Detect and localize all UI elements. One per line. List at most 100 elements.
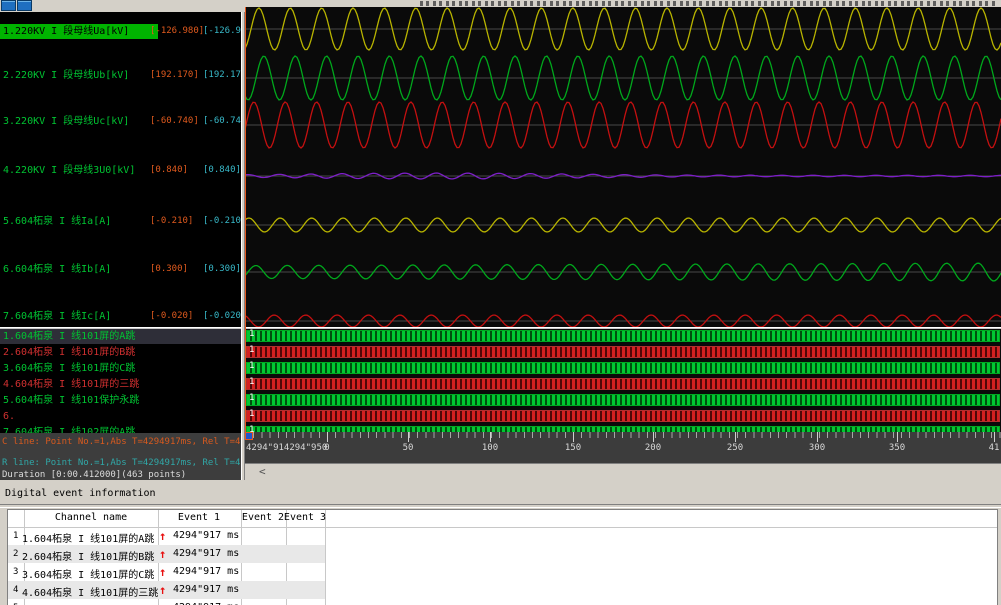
col-header-channel-name: Channel name bbox=[55, 512, 127, 523]
scroll-left-arrow-icon[interactable]: < bbox=[259, 465, 266, 478]
major-tick bbox=[490, 432, 491, 442]
analog-channel-name[interactable]: 3.220KV I 段母线Uc[kV] bbox=[3, 114, 129, 129]
digital-channel-list[interactable]: 1.604柘泉 I 线101屏的A跳2.604柘泉 I 线101屏的B跳3.60… bbox=[0, 329, 241, 433]
ruler-abs-time-label: 4294"914294"950 bbox=[246, 443, 327, 453]
event-channel-name: 4.604柘泉 I 线101屏的三跳 bbox=[22, 584, 158, 599]
ruler-tick-label: 50 bbox=[403, 443, 414, 453]
major-tick bbox=[327, 432, 328, 442]
event1-time: 4294"917 ms bbox=[173, 584, 239, 595]
waveform-traces bbox=[245, 7, 1001, 328]
channel-cursor-value-2: [-126.980] bbox=[203, 24, 241, 39]
digital-state-value: 1 bbox=[249, 409, 254, 419]
analog-channel-list[interactable]: 1.220KV I 段母线Ua[kV][-126.980][-126.980]2… bbox=[0, 12, 241, 327]
analog-channel-name[interactable]: 6.604柘泉 I 线Ib[A] bbox=[3, 262, 111, 277]
digital-channel-row[interactable]: 6. bbox=[0, 409, 241, 424]
analog-channel-row[interactable]: 5.604柘泉 I 线Ia[A] [-0.210] [-0.210] bbox=[0, 214, 241, 229]
duration-status: Duration [0:00.412000](463 points) bbox=[2, 470, 186, 480]
channel-cursor-value-1: [-126.980] bbox=[150, 24, 204, 39]
digital-state-value: 1 bbox=[249, 425, 254, 432]
panel-groove bbox=[0, 504, 1001, 508]
c-cursor-line[interactable] bbox=[245, 7, 246, 432]
analog-channel-row[interactable]: 4.220KV I 段母线3U0[kV][0.840][0.840] bbox=[0, 163, 241, 178]
rising-edge-arrow-icon: ↑ bbox=[159, 529, 166, 543]
waveform-analyzer-window: 1.220KV I 段母线Ua[kV][-126.980][-126.980]2… bbox=[0, 0, 1001, 605]
event1-time: 4294"917 ms bbox=[173, 548, 239, 559]
digital-state-value: 1 bbox=[249, 345, 254, 355]
horizontal-scrollbar[interactable]: < bbox=[245, 463, 1001, 481]
digital-channel-row[interactable]: 2.604柘泉 I 线101屏的B跳 bbox=[0, 345, 241, 360]
toolbar-window-icon-1[interactable] bbox=[1, 0, 16, 11]
digital-channel-row[interactable]: 1.604柘泉 I 线101屏的A跳 bbox=[0, 329, 241, 344]
digital-event-table[interactable]: Channel name Event 1 Event 2 Event 3 11.… bbox=[7, 509, 998, 605]
analog-channel-row[interactable]: 1.220KV I 段母线Ua[kV][-126.980][-126.980] bbox=[0, 24, 241, 39]
waveform-plot-area[interactable] bbox=[245, 7, 1001, 328]
channel-cursor-value-2: [0.840] bbox=[203, 163, 241, 178]
c-line-status: C line: Point No.=1,Abs T=4294917ms, Rel… bbox=[2, 437, 241, 447]
event-table-row[interactable]: 22.604柘泉 I 线101屏的B跳↑4294"917 ms bbox=[8, 545, 325, 563]
digital-state-value: 1 bbox=[249, 393, 254, 403]
digital-channel-row[interactable]: 4.604柘泉 I 线101屏的三跳 bbox=[0, 377, 241, 392]
ruler-tick-label: 200 bbox=[645, 443, 661, 453]
digital-state-bar: 1 bbox=[246, 346, 1000, 358]
channel-cursor-value-1: [-0.210] bbox=[150, 214, 193, 229]
time-ruler[interactable]: 4294"914294"950 05010015020025030035041 bbox=[245, 432, 1001, 463]
channel-cursor-value-2: [0.300] bbox=[203, 262, 241, 277]
col-header-event1: Event 1 bbox=[178, 512, 220, 523]
minor-ticks bbox=[245, 432, 1001, 438]
row-number: 2 bbox=[13, 549, 18, 559]
digital-channel-row[interactable]: 5.604柘泉 I 线101保护永跳 bbox=[0, 393, 241, 408]
channel-cursor-value-2: [-60.740] bbox=[203, 114, 241, 129]
major-tick bbox=[408, 432, 409, 442]
toolbar bbox=[0, 0, 241, 12]
event-table-row[interactable]: 44.604柘泉 I 线101屏的三跳↑4294"917 ms bbox=[8, 581, 325, 599]
event-channel-name: 1.604柘泉 I 线101屏的A跳 bbox=[22, 530, 154, 545]
digital-channel-row[interactable]: 7.604柘泉 I 线102屏的A跳 bbox=[0, 425, 241, 433]
ruler-tick-label: 0 bbox=[324, 443, 329, 453]
ruler-tick-label: 150 bbox=[565, 443, 581, 453]
analog-channel-name[interactable]: 1.220KV I 段母线Ua[kV] bbox=[0, 24, 158, 39]
digital-bars-area[interactable]: 1 1 1 1 1 1 1 bbox=[245, 329, 1001, 432]
ruler-tick-label: 300 bbox=[809, 443, 825, 453]
channel-cursor-value-2: [-0.210] bbox=[203, 214, 241, 229]
toolbar-window-icon-2[interactable] bbox=[17, 0, 32, 11]
event-table-row[interactable]: 55.604柘泉 I 线101保护永跳↑4294"917 ms bbox=[8, 599, 325, 605]
major-tick bbox=[897, 432, 898, 442]
digital-state-value: 1 bbox=[249, 377, 254, 387]
analog-channel-name[interactable]: 5.604柘泉 I 线Ia[A] bbox=[3, 214, 111, 229]
channel-cursor-value-2: [192.170] bbox=[203, 68, 241, 83]
row-number: 1 bbox=[13, 531, 18, 541]
event1-time: 4294"917 ms bbox=[173, 530, 239, 541]
channel-cursor-value-2: [-0.020] bbox=[203, 309, 241, 324]
analog-channel-row[interactable]: 2.220KV I 段母线Ub[kV] [192.170] [192.170] bbox=[0, 68, 241, 83]
digital-state-bar: 1 bbox=[246, 362, 1000, 374]
analog-channel-row[interactable]: 7.604柘泉 I 线Ic[A][-0.020][-0.020] bbox=[0, 309, 241, 324]
major-tick bbox=[817, 432, 818, 442]
grid-line bbox=[325, 510, 326, 605]
event-table-row[interactable]: 33.604柘泉 I 线101屏的C跳↑4294"917 ms bbox=[8, 563, 325, 581]
cursor-marker-handle[interactable] bbox=[245, 432, 253, 440]
analog-channel-row[interactable]: 3.220KV I 段母线Uc[kV] [-60.740] [-60.740] bbox=[0, 114, 241, 129]
digital-channel-row[interactable]: 3.604柘泉 I 线101屏的C跳 bbox=[0, 361, 241, 376]
major-tick bbox=[735, 432, 736, 442]
event-table-row[interactable]: 1 1.604柘泉 I 线101屏的A跳 ↑ 4294"917 ms bbox=[8, 527, 325, 545]
channel-cursor-value-1: [0.300] bbox=[150, 262, 188, 277]
ruler-tick-label: 41 bbox=[989, 443, 1000, 453]
col-header-event2: Event 2 bbox=[242, 512, 284, 523]
analog-channel-name[interactable]: 7.604柘泉 I 线Ic[A] bbox=[3, 309, 111, 324]
channel-cursor-value-1: [192.170] bbox=[150, 68, 199, 83]
row-number: 4 bbox=[13, 585, 18, 595]
rising-edge-arrow-icon: ↑ bbox=[159, 601, 166, 605]
digital-state-bar: 1 bbox=[246, 330, 1000, 342]
ruler-tick-label: 250 bbox=[727, 443, 743, 453]
channel-cursor-value-1: [-60.740] bbox=[150, 114, 199, 129]
analog-channel-name[interactable]: 2.220KV I 段母线Ub[kV] bbox=[3, 68, 129, 83]
digital-state-bar: 1 bbox=[246, 394, 1000, 406]
r-line-status: R line: Point No.=1,Abs T=4294917ms, Rel… bbox=[2, 458, 241, 468]
major-tick bbox=[573, 432, 574, 442]
truncated-title-text bbox=[420, 1, 998, 6]
major-tick bbox=[994, 432, 995, 442]
digital-state-bar: 1 bbox=[246, 410, 1000, 422]
analog-channel-name[interactable]: 4.220KV I 段母线3U0[kV] bbox=[3, 163, 135, 178]
analog-channel-row[interactable]: 6.604柘泉 I 线Ib[A] [0.300] [0.300] bbox=[0, 262, 241, 277]
rising-edge-arrow-icon: ↑ bbox=[159, 565, 166, 579]
